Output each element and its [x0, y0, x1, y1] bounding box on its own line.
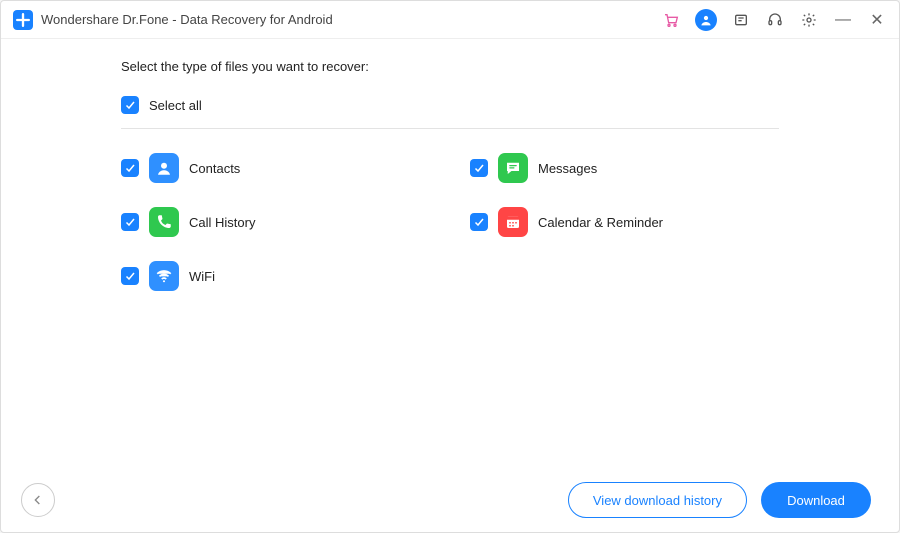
- close-button[interactable]: ✕: [867, 10, 887, 30]
- file-type-messages: Messages: [470, 153, 779, 183]
- support-icon[interactable]: [765, 10, 785, 30]
- file-type-call-history: Call History: [121, 207, 430, 237]
- titlebar: Wondershare Dr.Fone - Data Recovery for …: [1, 1, 899, 39]
- select-all-label: Select all: [149, 98, 202, 113]
- back-button[interactable]: [21, 483, 55, 517]
- file-type-calendar: Calendar & Reminder: [470, 207, 779, 237]
- file-type-label: Contacts: [189, 161, 240, 176]
- file-type-label: Call History: [189, 215, 255, 230]
- select-all-checkbox[interactable]: [121, 96, 139, 114]
- app-logo: [13, 10, 33, 30]
- user-icon[interactable]: [695, 9, 717, 31]
- cart-icon[interactable]: [661, 10, 681, 30]
- footer: View download history Download: [1, 468, 899, 532]
- contacts-icon: [149, 153, 179, 183]
- app-title: Wondershare Dr.Fone - Data Recovery for …: [41, 12, 333, 27]
- settings-icon[interactable]: [799, 10, 819, 30]
- checkbox-contacts[interactable]: [121, 159, 139, 177]
- prompt-text: Select the type of files you want to rec…: [121, 59, 779, 74]
- messages-icon: [498, 153, 528, 183]
- checkbox-wifi[interactable]: [121, 267, 139, 285]
- titlebar-actions: — ✕: [661, 9, 887, 31]
- file-type-wifi: WiFi: [121, 261, 430, 291]
- file-type-label: Messages: [538, 161, 597, 176]
- download-button[interactable]: Download: [761, 482, 871, 518]
- select-all-row: Select all: [121, 96, 779, 129]
- checkbox-call-history[interactable]: [121, 213, 139, 231]
- view-download-history-button[interactable]: View download history: [568, 482, 747, 518]
- call-history-icon: [149, 207, 179, 237]
- main-content: Select the type of files you want to rec…: [1, 39, 899, 468]
- minimize-button[interactable]: —: [833, 10, 853, 30]
- wifi-icon: [149, 261, 179, 291]
- file-type-grid: Contacts Messages Call History: [121, 153, 779, 291]
- feedback-icon[interactable]: [731, 10, 751, 30]
- checkbox-messages[interactable]: [470, 159, 488, 177]
- checkbox-calendar[interactable]: [470, 213, 488, 231]
- calendar-icon: [498, 207, 528, 237]
- file-type-label: WiFi: [189, 269, 215, 284]
- file-type-contacts: Contacts: [121, 153, 430, 183]
- file-type-label: Calendar & Reminder: [538, 215, 663, 230]
- app-window: Wondershare Dr.Fone - Data Recovery for …: [0, 0, 900, 533]
